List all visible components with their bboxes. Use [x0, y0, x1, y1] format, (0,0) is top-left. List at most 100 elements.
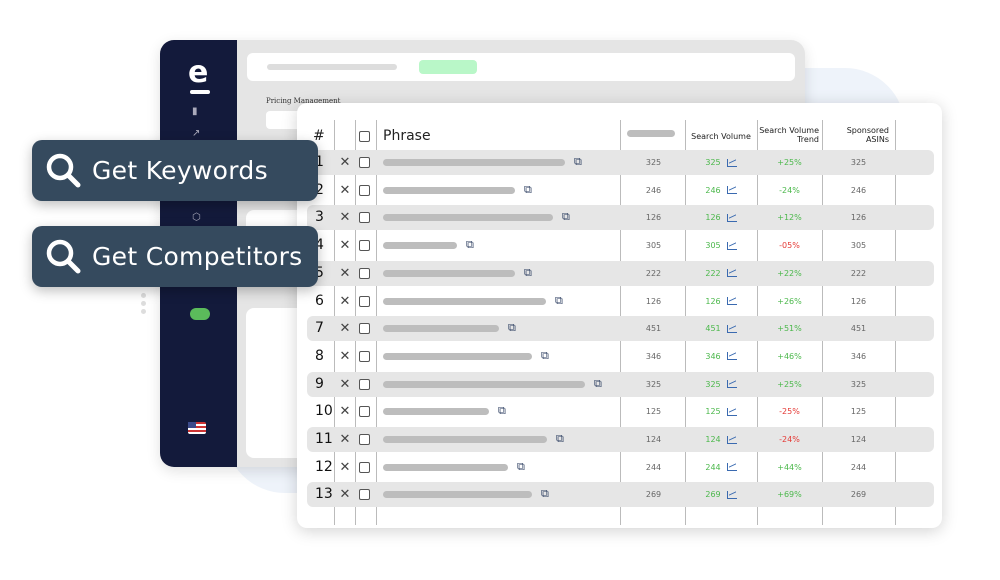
remove-icon[interactable]: ✕: [337, 372, 353, 397]
remove-icon[interactable]: ✕: [337, 399, 353, 424]
green-button[interactable]: [419, 60, 477, 74]
col-value: 305: [645, 241, 662, 251]
remove-icon[interactable]: ✕: [337, 289, 353, 314]
get-keywords-button[interactable]: Get Keywords: [32, 140, 318, 201]
row-checkbox[interactable]: [359, 489, 370, 501]
search-icon: [46, 239, 81, 274]
phrase-placeholder: [383, 214, 553, 222]
toggle-icon[interactable]: [190, 308, 210, 320]
row-number: 6: [315, 292, 324, 309]
external-link-icon[interactable]: ⧉: [556, 432, 564, 446]
header-trend[interactable]: Search Volume Trend: [757, 126, 822, 144]
sponsored-asins-value: 244: [850, 462, 867, 472]
remove-icon[interactable]: ✕: [337, 482, 353, 507]
search-volume-cell: 451: [685, 316, 757, 341]
row-checkbox[interactable]: [359, 295, 370, 307]
row-number: 11: [315, 431, 333, 447]
external-link-icon[interactable]: ⧉: [594, 377, 602, 391]
external-link-icon[interactable]: ⧉: [524, 266, 532, 280]
external-link-icon[interactable]: ⧉: [562, 210, 570, 224]
col-value: 269: [645, 490, 662, 500]
chart-icon[interactable]: [726, 352, 737, 361]
dots-decoration: [141, 293, 146, 317]
chart-icon[interactable]: [726, 407, 737, 416]
row-number: 7: [315, 320, 324, 337]
remove-icon[interactable]: ✕: [337, 427, 353, 452]
chart-icon[interactable]: [726, 490, 737, 499]
row-checkbox[interactable]: [359, 406, 370, 418]
table-row: 11 ✕ ⧉ 124 124 -24% 124: [307, 427, 934, 452]
table-row: 12 ✕ ⧉ 244 244 +44% 244: [307, 455, 934, 480]
col-value: 124: [645, 435, 662, 444]
search-placeholder[interactable]: [267, 64, 397, 70]
sponsored-asins-value: 246: [850, 185, 867, 195]
search-icon: [46, 153, 81, 188]
external-link-icon[interactable]: ⧉: [508, 321, 516, 335]
select-all-checkbox[interactable]: [359, 131, 370, 142]
external-link-icon[interactable]: ⧉: [524, 183, 532, 197]
external-link-icon[interactable]: ⧉: [555, 294, 563, 308]
us-flag-icon[interactable]: [188, 422, 206, 434]
chart-icon[interactable]: [726, 158, 737, 167]
row-checkbox[interactable]: [359, 157, 370, 168]
remove-icon[interactable]: ✕: [337, 205, 353, 230]
external-link-icon[interactable]: ⧉: [574, 155, 582, 169]
table-row: 3 ✕ ⧉ 126 126 +12% 126: [307, 205, 934, 231]
col-value: 125: [645, 407, 662, 417]
chart-icon[interactable]: [726, 435, 737, 444]
get-competitors-button[interactable]: Get Competitors: [32, 226, 318, 287]
remove-icon[interactable]: ✕: [337, 455, 353, 480]
remove-icon[interactable]: ✕: [337, 178, 353, 203]
chart-icon[interactable]: [726, 463, 737, 472]
row-checkbox[interactable]: [359, 378, 370, 390]
external-link-icon[interactable]: ⧉: [466, 238, 474, 252]
external-link-icon[interactable]: ⧉: [517, 460, 525, 474]
remove-icon[interactable]: ✕: [337, 233, 353, 258]
row-number: 8: [315, 347, 324, 364]
external-link-icon[interactable]: ⧉: [541, 487, 549, 501]
remove-icon[interactable]: ✕: [337, 261, 353, 286]
bar-chart-icon[interactable]: ▮: [192, 106, 198, 117]
box-icon[interactable]: ⬡: [192, 212, 201, 223]
search-volume-value: 125: [705, 407, 721, 417]
header-phrase[interactable]: Phrase: [383, 128, 431, 144]
header-search-volume[interactable]: Search Volume: [685, 132, 757, 141]
table-row: 13 ✕ ⧉ 269 269 +69% 269: [307, 482, 934, 508]
chart-icon[interactable]: [726, 241, 737, 250]
header-asins[interactable]: Sponsored ASINs: [822, 126, 889, 144]
remove-icon[interactable]: ✕: [337, 150, 353, 175]
sponsored-asins-value: 124: [850, 435, 867, 444]
row-checkbox[interactable]: [359, 212, 370, 224]
search-volume-cell: 246: [685, 178, 757, 203]
phrase-placeholder: [383, 242, 457, 250]
remove-icon[interactable]: ✕: [337, 316, 353, 341]
external-link-icon[interactable]: ⧉: [541, 349, 549, 363]
chart-icon[interactable]: [726, 213, 737, 222]
chart-icon[interactable]: [726, 186, 737, 195]
trend-icon[interactable]: ↗: [192, 128, 200, 139]
table-row: 1 ✕ ⧉ 325 325 +25% 325: [307, 150, 934, 175]
search-volume-cell: 305: [685, 233, 757, 258]
sponsored-asins-value: 126: [850, 213, 867, 223]
row-checkbox[interactable]: [359, 461, 370, 473]
row-checkbox[interactable]: [359, 350, 370, 362]
remove-icon[interactable]: ✕: [337, 344, 353, 369]
search-volume-cell: 346: [685, 344, 757, 369]
trend-value: +22%: [777, 268, 802, 278]
row-checkbox[interactable]: [359, 267, 370, 279]
row-checkbox[interactable]: [359, 184, 370, 196]
trend-value: +44%: [777, 462, 802, 472]
row-checkbox[interactable]: [359, 434, 370, 445]
keyword-table: # Phrase Search Volume Search Volume Tren…: [297, 103, 942, 528]
external-link-icon[interactable]: ⧉: [498, 404, 506, 418]
chart-icon[interactable]: [726, 324, 737, 333]
trend-value: -24%: [779, 185, 800, 195]
row-checkbox[interactable]: [359, 323, 370, 335]
row-checkbox[interactable]: [359, 240, 370, 252]
chart-icon[interactable]: [726, 297, 737, 305]
search-volume-value: 325: [705, 158, 721, 167]
chart-icon[interactable]: [726, 380, 737, 389]
sponsored-asins-value: 269: [850, 490, 867, 500]
search-volume-value: 124: [705, 435, 721, 444]
chart-icon[interactable]: [726, 269, 737, 278]
